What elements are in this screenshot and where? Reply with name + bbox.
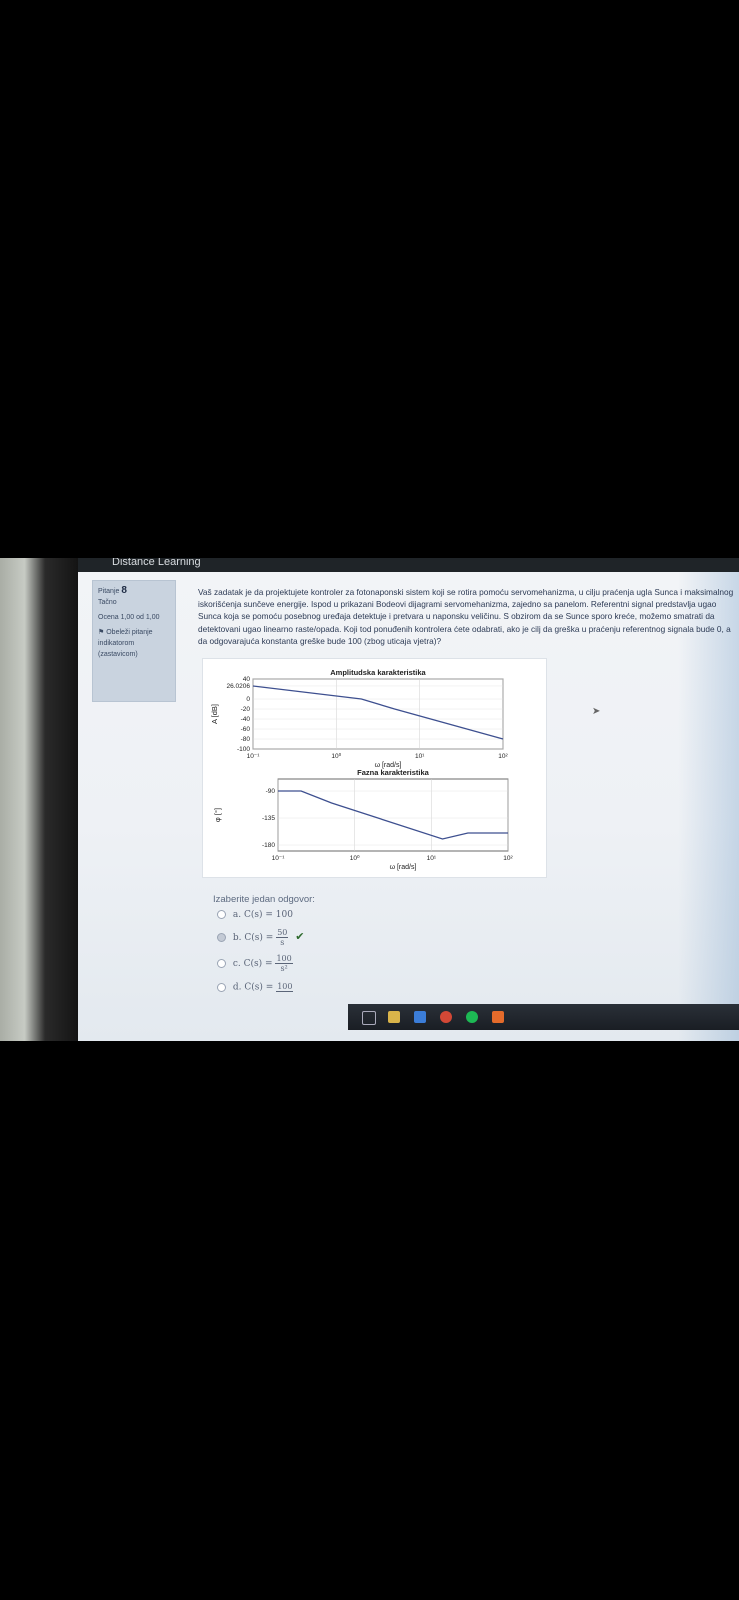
bode-diagram: Amplitudska karakteristika 10⁻¹ 10⁰ 10¹ 10² 4… <box>202 658 547 878</box>
question-number: 8 <box>121 585 127 596</box>
question-status: Tačno <box>98 599 117 606</box>
spotify-icon[interactable] <box>466 1011 478 1023</box>
option-b-denominator: s <box>280 938 285 947</box>
x-tick-label: 10⁻¹ <box>247 753 261 760</box>
mail-icon[interactable] <box>414 1011 426 1023</box>
flag-question-link[interactable]: ⚑ Obeleži pitanje indikatorom (zastavico… <box>98 627 170 660</box>
option-d-letter: d. <box>232 982 242 993</box>
question-info-panel: Pitanje 8 Tačno Ocena 1,00 od 1,00 ⚑ Obe… <box>92 580 176 702</box>
plot-area <box>277 778 509 852</box>
question-text: Vaš zadatak je da projektujete kontroler… <box>198 587 734 646</box>
option-a-expr: C(s) = 100 <box>243 910 293 920</box>
y-axis-label: φ [°] <box>213 808 222 822</box>
y-tick-label: -80 <box>241 736 251 743</box>
y-tick-label: 0 <box>246 696 250 703</box>
y-tick-label: -40 <box>241 716 251 723</box>
y-tick-label: -60 <box>241 726 251 733</box>
monitor-bezel <box>0 558 82 1041</box>
option-c-expr: C(s) = <box>243 959 273 969</box>
answer-prompt: Izaberite jedan odgovor: <box>213 894 315 905</box>
correct-check-icon: ✔ <box>295 930 305 943</box>
y-axis-label: A [dB] <box>210 704 219 724</box>
y-tick-label: -100 <box>237 746 250 753</box>
x-axis-label: ω [rad/s] <box>390 864 417 871</box>
option-b-numerator: 50 <box>276 928 289 938</box>
mouse-cursor-icon: ➤ <box>592 706 601 717</box>
answer-option-d[interactable]: d. C(s) = 100 <box>217 982 294 993</box>
y-tick-label: 40 <box>243 676 251 683</box>
option-b-fraction: 50 s <box>276 928 289 947</box>
radio-b[interactable] <box>217 933 226 942</box>
windows-taskbar <box>348 1004 739 1030</box>
option-b-expr: C(s) = <box>244 933 274 943</box>
radio-c[interactable] <box>217 959 226 968</box>
screen: Distance Learning Pitanje 8 Tačno Ocena … <box>78 558 739 1041</box>
chrome-icon[interactable] <box>440 1011 452 1023</box>
option-c-fraction: 100 s² <box>275 954 293 973</box>
x-tick-label: 10² <box>503 855 513 862</box>
option-b-letter: b. <box>232 933 242 943</box>
task-view-icon[interactable] <box>362 1011 376 1025</box>
y-tick-label: -135 <box>262 815 275 822</box>
x-tick-label: 10⁰ <box>331 752 341 760</box>
option-a-letter: a. <box>232 910 242 920</box>
option-c-letter: c. <box>232 959 241 969</box>
option-d-numerator: 100 <box>276 982 294 992</box>
x-tick-label: 10⁻¹ <box>272 855 286 862</box>
x-tick-label: 10² <box>498 753 508 760</box>
answer-option-b[interactable]: b. C(s) = 50 s ✔ <box>217 928 304 947</box>
option-d-fraction: 100 <box>276 982 294 992</box>
answers-section: Izaberite jedan odgovor: a. C(s) = 100 b… <box>213 894 315 993</box>
answer-option-a[interactable]: a. C(s) = 100 <box>217 910 293 920</box>
app-title: Distance Learning <box>112 558 201 568</box>
radio-a[interactable] <box>217 910 226 919</box>
x-tick-label: 10⁰ <box>350 854 360 862</box>
plot-area <box>252 678 504 750</box>
answer-option-c[interactable]: c. C(s) = 100 s² <box>217 954 293 973</box>
media-icon[interactable] <box>492 1011 504 1023</box>
y-tick-label: 26.0206 <box>227 683 251 690</box>
y-tick-label: -180 <box>262 842 275 849</box>
x-tick-label: 10¹ <box>415 753 425 760</box>
y-tick-label: -20 <box>241 706 251 713</box>
option-c-numerator: 100 <box>275 954 293 964</box>
flag-icon: ⚑ <box>98 629 105 636</box>
option-d-expr: C(s) = <box>244 982 274 993</box>
option-c-denominator: s² <box>280 964 288 973</box>
photo-frame: Distance Learning Pitanje 8 Tačno Ocena … <box>0 558 739 1041</box>
x-tick-label: 10¹ <box>427 855 437 862</box>
chart-title: Fazna karakteristika <box>357 768 430 777</box>
top-navbar: Distance Learning <box>78 558 739 572</box>
radio-d[interactable] <box>217 982 226 992</box>
question-number-label: Pitanje <box>98 588 120 595</box>
file-explorer-icon[interactable] <box>388 1011 400 1023</box>
flag-question-label: Obeleži pitanje indikatorom (zastavicom) <box>98 629 153 658</box>
y-tick-label: -90 <box>266 788 276 795</box>
question-grade: Ocena 1,00 od 1,00 <box>98 614 160 621</box>
chart-title: Amplitudska karakteristika <box>330 668 426 677</box>
